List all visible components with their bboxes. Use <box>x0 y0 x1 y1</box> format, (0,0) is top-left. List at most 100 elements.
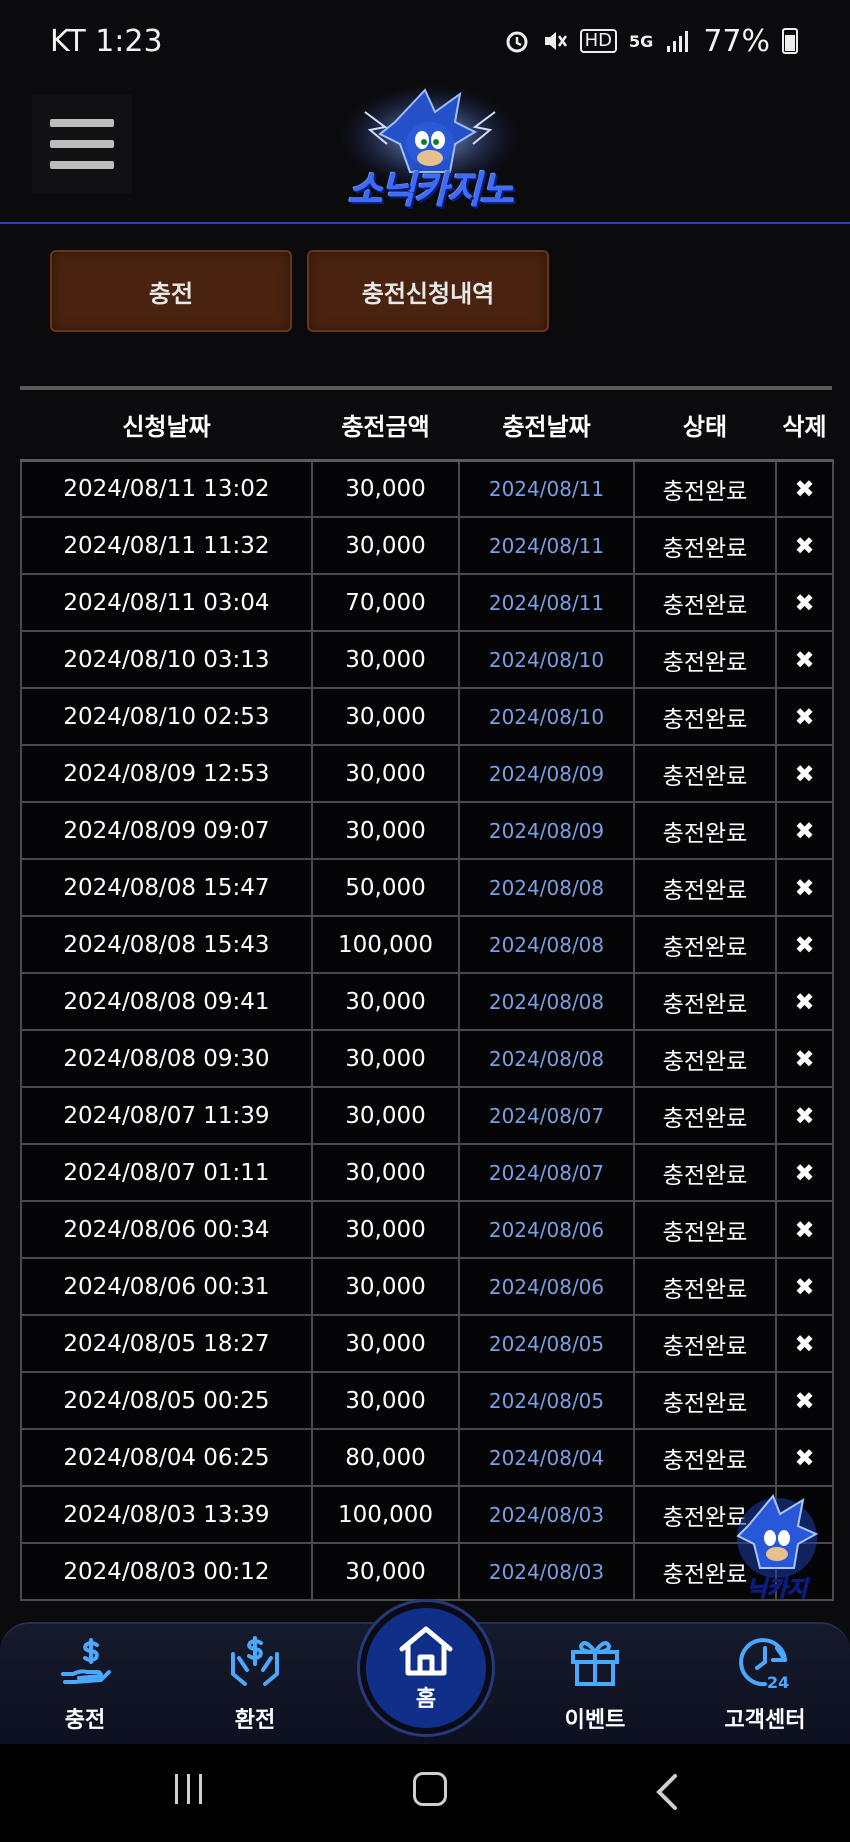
delete-button[interactable]: ✖ <box>775 573 834 632</box>
charge-date-cell: 2024/08/11 <box>458 458 635 518</box>
request-date-cell: 2024/08/06 00:31 <box>20 1257 313 1316</box>
network-badge: 5G <box>629 31 654 51</box>
delete-button[interactable]: ✖ <box>775 1029 834 1088</box>
nav-home[interactable]: 홈 <box>360 1602 492 1734</box>
header-charge-date: 충전날짜 <box>459 390 634 460</box>
delete-button[interactable]: ✖ <box>775 744 834 803</box>
amount-cell: 30,000 <box>311 744 460 803</box>
table-row: 2024/08/04 06:25 80,000 2024/08/04 충전완료 ✖ <box>20 1428 834 1487</box>
table-row: 2024/08/07 11:39 30,000 2024/08/07 충전완료 ✖ <box>20 1086 834 1145</box>
status-cell: 충전완료 <box>633 1200 777 1259</box>
charge-date-cell: 2024/08/03 <box>458 1542 635 1601</box>
table-row: 2024/08/03 00:12 30,000 2024/08/03 충전완료 <box>20 1542 834 1601</box>
table-row: 2024/08/08 09:30 30,000 2024/08/08 충전완료 ✖ <box>20 1029 834 1088</box>
request-date-cell: 2024/08/10 02:53 <box>20 687 313 746</box>
charge-date-cell: 2024/08/09 <box>458 744 635 803</box>
status-cell: 충전완료 <box>633 915 777 974</box>
status-cell: 충전완료 <box>633 972 777 1031</box>
nav-exchange[interactable]: 환전 <box>195 1634 315 1744</box>
amount-cell: 30,000 <box>311 1200 460 1259</box>
delete-button[interactable]: ✖ <box>775 1371 834 1430</box>
request-date-cell: 2024/08/11 11:32 <box>20 516 313 575</box>
charge-date-cell: 2024/08/03 <box>458 1485 635 1544</box>
delete-button[interactable]: ✖ <box>775 801 834 860</box>
recent-apps-icon[interactable] <box>175 1774 211 1808</box>
status-cell: 충전완료 <box>633 573 777 632</box>
signal-icon <box>667 31 689 52</box>
system-home-icon[interactable] <box>413 1772 447 1806</box>
charge-date-cell: 2024/08/10 <box>458 687 635 746</box>
request-date-cell: 2024/08/05 00:25 <box>20 1371 313 1430</box>
delete-button[interactable]: ✖ <box>775 1428 834 1487</box>
status-cell: 충전완료 <box>633 630 777 689</box>
tab-charge[interactable]: 충전 <box>50 250 292 332</box>
table-row: 2024/08/08 09:41 30,000 2024/08/08 충전완료 ✖ <box>20 972 834 1031</box>
charge-date-cell: 2024/08/08 <box>458 858 635 917</box>
delete-button[interactable]: ✖ <box>775 1257 834 1316</box>
battery-icon <box>782 28 798 54</box>
amount-cell: 30,000 <box>311 1143 460 1202</box>
logo-text: 소닉카지노 <box>347 168 515 212</box>
request-date-cell: 2024/08/08 09:41 <box>20 972 313 1031</box>
svg-text:24: 24 <box>767 1673 789 1690</box>
table-row: 2024/08/11 13:02 30,000 2024/08/11 충전완료 ✖ <box>20 458 834 518</box>
amount-cell: 30,000 <box>311 1542 460 1601</box>
back-icon[interactable] <box>655 1772 679 1812</box>
charge-date-cell: 2024/08/10 <box>458 630 635 689</box>
table-row: 2024/08/11 11:32 30,000 2024/08/11 충전완료 ✖ <box>20 516 834 575</box>
table-row: 2024/08/08 15:43 100,000 2024/08/08 충전완료 ✖ <box>20 915 834 974</box>
amount-cell: 80,000 <box>311 1428 460 1487</box>
amount-cell: 30,000 <box>311 1257 460 1316</box>
table-row: 2024/08/06 00:31 30,000 2024/08/06 충전완료 ✖ <box>20 1257 834 1316</box>
amount-cell: 30,000 <box>311 972 460 1031</box>
table-row: 2024/08/03 13:39 100,000 2024/08/03 충전완료 <box>20 1485 834 1544</box>
delete-button[interactable]: ✖ <box>775 458 834 518</box>
delete-button[interactable]: ✖ <box>775 1200 834 1259</box>
amount-cell: 30,000 <box>311 1029 460 1088</box>
hamburger-menu-icon[interactable] <box>32 94 132 194</box>
status-cell: 충전완료 <box>633 458 777 518</box>
delete-button[interactable]: ✖ <box>775 687 834 746</box>
request-date-cell: 2024/08/06 00:34 <box>20 1200 313 1259</box>
gift-icon <box>571 1641 619 1686</box>
delete-button[interactable]: ✖ <box>775 858 834 917</box>
floating-mascot-badge[interactable]: 닉카지 <box>718 1488 836 1606</box>
delete-button[interactable]: ✖ <box>775 1314 834 1373</box>
table-row: 2024/08/07 01:11 30,000 2024/08/07 충전완료 ✖ <box>20 1143 834 1202</box>
table-row: 2024/08/10 03:13 30,000 2024/08/10 충전완료 ✖ <box>20 630 834 689</box>
request-date-cell: 2024/08/05 18:27 <box>20 1314 313 1373</box>
home-icon <box>399 1626 453 1676</box>
delete-button[interactable]: ✖ <box>775 1143 834 1202</box>
amount-cell: 70,000 <box>311 573 460 632</box>
delete-button[interactable]: ✖ <box>775 915 834 974</box>
amount-cell: 100,000 <box>311 915 460 974</box>
nav-event-label: 이벤트 <box>564 1708 626 1733</box>
amount-cell: 100,000 <box>311 1485 460 1544</box>
hd-badge: HD <box>579 29 618 53</box>
logo[interactable]: 소닉카지노 <box>325 82 535 222</box>
request-date-cell: 2024/08/07 11:39 <box>20 1086 313 1145</box>
nav-charge[interactable]: 충전 <box>25 1634 145 1744</box>
alarm-icon <box>506 31 528 53</box>
table-row: 2024/08/05 18:27 30,000 2024/08/05 충전완료 ✖ <box>20 1314 834 1373</box>
nav-exchange-label: 환전 <box>234 1708 276 1733</box>
request-date-cell: 2024/08/10 03:13 <box>20 630 313 689</box>
nav-event[interactable]: 이벤트 <box>535 1634 655 1744</box>
nav-support[interactable]: 24 고객센터 <box>705 1634 825 1744</box>
header-request-date: 신청날짜 <box>21 390 312 460</box>
header-status: 상태 <box>634 390 776 460</box>
delete-button[interactable]: ✖ <box>775 1086 834 1145</box>
table-row: 2024/08/09 09:07 30,000 2024/08/09 충전완료 ✖ <box>20 801 834 860</box>
request-date-cell: 2024/08/08 09:30 <box>20 1029 313 1088</box>
delete-button[interactable]: ✖ <box>775 516 834 575</box>
amount-cell: 30,000 <box>311 516 460 575</box>
tab-charge-history[interactable]: 충전신청내역 <box>307 250 549 332</box>
amount-cell: 30,000 <box>311 458 460 518</box>
status-cell: 충전완료 <box>633 858 777 917</box>
delete-button[interactable]: ✖ <box>775 972 834 1031</box>
request-date-cell: 2024/08/09 12:53 <box>20 744 313 803</box>
delete-button[interactable]: ✖ <box>775 630 834 689</box>
charge-date-cell: 2024/08/08 <box>458 1029 635 1088</box>
charge-date-cell: 2024/08/09 <box>458 801 635 860</box>
app-header: 소닉카지노 <box>0 82 850 224</box>
